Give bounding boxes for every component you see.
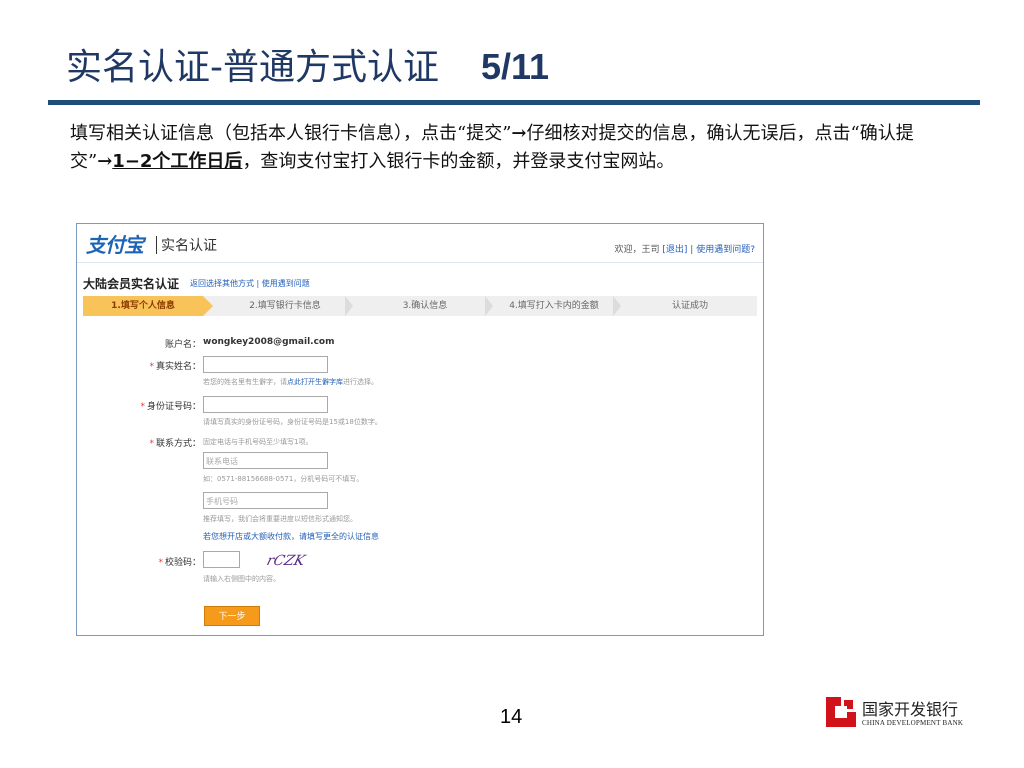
logout-link[interactable]: [退出]	[662, 245, 687, 255]
account-value: wongkey2008@gmail.com	[203, 337, 335, 347]
welcome-sep: |	[690, 245, 694, 255]
slide-title-text: 实名认证-普通方式认证	[66, 47, 439, 88]
contact-label-text: 联系方式：	[155, 439, 201, 449]
alipay-header: 支付宝 实名认证 欢迎，王司 [退出] | 使用遇到问题?	[77, 224, 763, 263]
step-chevron	[485, 296, 493, 316]
step-5: 认证成功	[671, 301, 708, 311]
captcha-input[interactable]	[203, 551, 240, 568]
intro-part3: ，查询支付宝打入银行卡的金额，并登录支付宝网站。	[242, 151, 675, 172]
step-3: 3.确认信息	[402, 301, 448, 311]
captcha-label: * 校验码：	[127, 555, 201, 568]
header-divider	[156, 236, 157, 254]
id-number-label: * 身份证号码：	[107, 399, 201, 412]
mobile-hint: 推荐填写，我们会将重要进度以短信形式通知您。	[203, 515, 357, 523]
step-chevron	[203, 296, 213, 316]
real-name-label-text: 真实姓名：	[155, 362, 201, 372]
welcome-text: 欢迎，王司	[614, 245, 660, 255]
account-label: 账户名：	[164, 340, 201, 350]
real-name-hint-tail: 进行选择。	[343, 378, 378, 386]
next-step-button[interactable]: 下一步	[204, 606, 260, 626]
required-mark: *	[158, 558, 163, 568]
step-4: 4.填写打入卡内的金额	[509, 301, 599, 311]
title-divider	[48, 100, 980, 105]
step-2: 2.填写银行卡信息	[249, 301, 321, 311]
contact-label: * 联系方式：	[117, 436, 201, 449]
bank-emblem-icon	[826, 697, 856, 727]
id-number-input[interactable]	[203, 396, 328, 413]
step-chevron	[613, 296, 621, 316]
welcome-bar: 欢迎，王司 [退出] | 使用遇到问题?	[615, 242, 756, 255]
bank-name-cn: 国家开发银行	[862, 700, 959, 719]
merchant-info-link[interactable]: 若您想开店或大额收付款，请填写更全的认证信息	[203, 531, 379, 542]
progress-steps: 1.填写个人信息 2.填写银行卡信息 3.确认信息 4.填写打入卡内的金额 认证…	[83, 296, 757, 316]
id-number-label-text: 身份证号码：	[146, 402, 201, 412]
section-help-link[interactable]: 使用遇到问题	[262, 279, 310, 288]
arrow-right-icon: →	[97, 151, 113, 172]
real-name-label: * 真实姓名：	[117, 359, 201, 372]
step-1: 1.填写个人信息	[83, 296, 203, 316]
section-links: 返回选择其他方式 | 使用遇到问题	[190, 278, 310, 289]
alipay-logo[interactable]: 支付宝	[86, 229, 144, 258]
required-mark: *	[149, 362, 154, 372]
rare-char-link[interactable]: 点此打开生僻字库	[287, 378, 343, 386]
real-name-input[interactable]	[203, 356, 328, 373]
page-number: 14	[500, 706, 523, 728]
other-method-link[interactable]: 返回选择其他方式	[190, 279, 254, 288]
captcha-hint: 请输入右侧图中的内容。	[203, 575, 280, 583]
id-number-hint: 请填写真实的身份证号码，身份证号码是15或18位数字。	[203, 418, 382, 426]
captcha-label-text: 校验码：	[164, 558, 201, 568]
section-links-sep: |	[256, 279, 260, 288]
arrow-right-icon: →	[511, 123, 527, 144]
required-mark: *	[149, 439, 154, 449]
step-chevron	[345, 296, 353, 316]
section-title: 大陆会员实名认证	[83, 277, 180, 291]
header-section-name: 实名认证	[161, 238, 217, 254]
intro-part1: 填写相关认证信息（包括本人银行卡信息），点击“提交”	[70, 123, 512, 144]
real-name-hint: 若您的姓名里有生僻字，请点此打开生僻字库进行选择。	[203, 377, 378, 387]
intro-emphasis: 1−2个工作日后	[112, 151, 243, 172]
phone-input[interactable]: 联系电话	[203, 452, 328, 469]
required-mark: *	[140, 402, 145, 412]
slide-progress: 5/11	[481, 46, 550, 87]
mobile-input[interactable]: 手机号码	[203, 492, 328, 509]
alipay-verification-screenshot: 支付宝 实名认证 欢迎，王司 [退出] | 使用遇到问题? 大陆会员实名认证 返…	[76, 223, 764, 636]
bank-name-en: CHINA DEVELOPMENT BANK	[862, 719, 964, 727]
help-link[interactable]: 使用遇到问题?	[696, 245, 755, 255]
intro-paragraph: 填写相关认证信息（包括本人银行卡信息），点击“提交”→仔细核对提交的信息，确认无…	[70, 120, 950, 176]
slide-title: 实名认证-普通方式认证 5/11	[66, 38, 549, 90]
captcha-image[interactable]: rCZK	[265, 553, 307, 569]
contact-hint: 固定电话与手机号码至少填写1项。	[203, 438, 313, 446]
real-name-hint-text: 若您的姓名里有生僻字，请	[203, 378, 287, 386]
phone-hint: 如：0571-88156688-0571，分机号码可不填写。	[203, 475, 364, 483]
